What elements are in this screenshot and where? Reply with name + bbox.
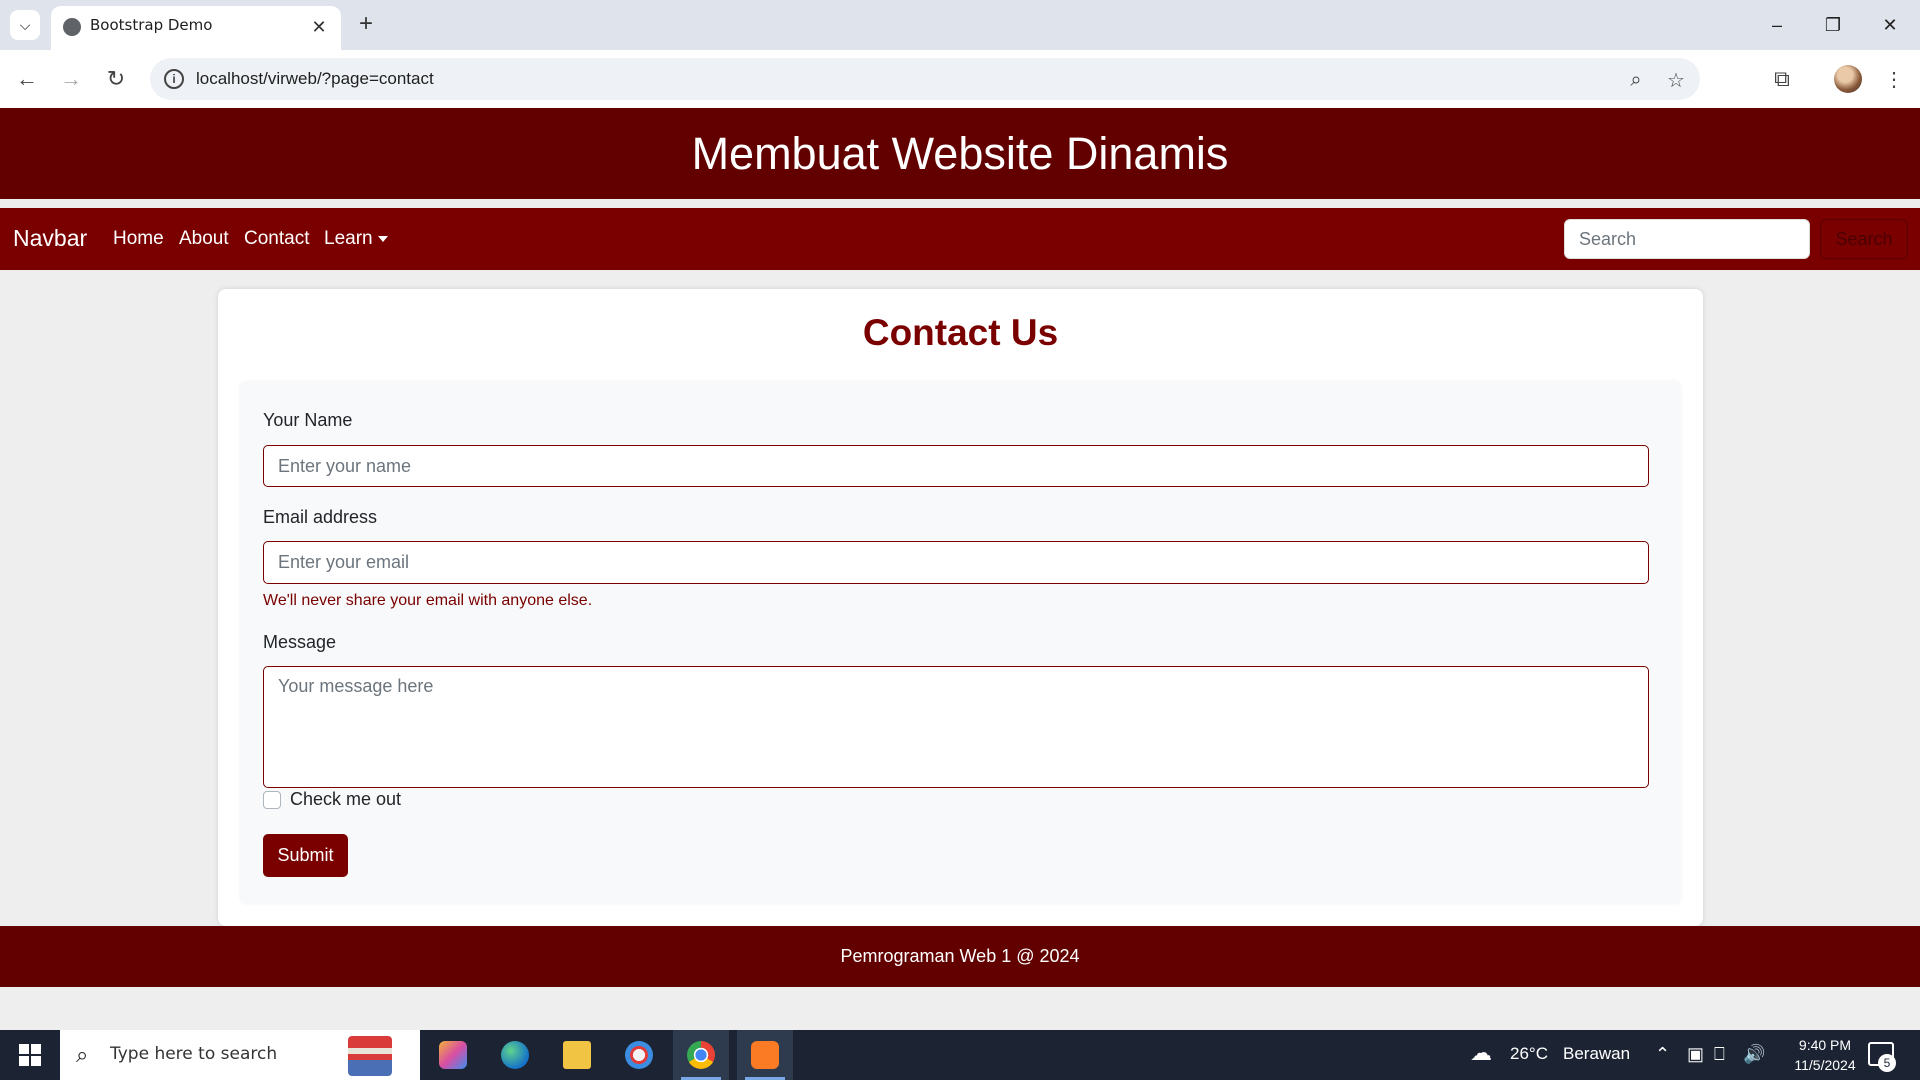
windows-logo-icon [19, 1044, 41, 1066]
email-help-text: We'll never share your email with anyone… [263, 592, 593, 609]
back-icon[interactable]: ← [12, 64, 42, 94]
name-input[interactable] [263, 445, 1649, 487]
url-text[interactable]: localhost/virweb/?page=contact [196, 69, 434, 89]
site-title: Membuat Website Dinamis [691, 127, 1229, 179]
page-title: Contact Us [862, 312, 1059, 353]
weather-temperature[interactable]: 26°C [1510, 1044, 1548, 1064]
browser-tab-bar: ⌵ Bootstrap Demo ✕ + – ❐ ✕ [0, 0, 1920, 50]
chevron-up-icon[interactable]: ⌃ [1655, 1044, 1670, 1065]
submit-button[interactable]: Submit [263, 834, 348, 877]
clock-date: 11/5/2024 [1794, 1057, 1856, 1073]
search-highlight-image [348, 1036, 392, 1076]
folder-icon [563, 1041, 591, 1069]
xampp-icon [751, 1041, 779, 1069]
contact-card: Contact Us Your Name Email address We'll… [218, 289, 1703, 926]
copilot-icon [439, 1041, 467, 1069]
star-icon[interactable]: ☆ [1664, 68, 1688, 92]
new-tab-button[interactable]: + [352, 10, 380, 38]
message-label: Message [263, 632, 337, 652]
clock-time: 9:40 PM [1798, 1037, 1852, 1053]
footer-text: Pemrograman Web 1 @ 2024 [840, 946, 1080, 966]
volume-icon[interactable]: 🔊 [1743, 1044, 1765, 1065]
restore-button[interactable]: ❐ [1813, 8, 1853, 42]
extensions-icon[interactable]: ⧉ [1767, 64, 1797, 94]
check-me-out-checkbox[interactable] [263, 791, 281, 809]
navbar: Navbar Home About Contact Learn Search [0, 208, 1920, 270]
message-textarea[interactable] [263, 666, 1649, 788]
close-icon[interactable]: ✕ [307, 15, 331, 39]
chevron-down-icon: ⌵ [19, 16, 31, 33]
taskbar-search-box[interactable]: ⌕ Type here to search [60, 1030, 420, 1080]
taskbar-edge[interactable] [487, 1030, 543, 1080]
browser-toolbar: ← → ↻ i localhost/virweb/?page=contact ☆… [0, 50, 1920, 108]
nav-link-learn: Learn [324, 228, 373, 249]
site-info-icon[interactable]: i [164, 69, 184, 89]
nav-link-home[interactable]: Home [113, 228, 164, 250]
email-input[interactable] [263, 541, 1649, 584]
chrome-icon [687, 1041, 715, 1069]
header-divider [0, 199, 1920, 208]
taskbar-clock[interactable]: 9:40 PM 11/5/2024 [1770, 1035, 1880, 1075]
site-header: Membuat Website Dinamis [0, 108, 1920, 199]
navbar-search-input[interactable] [1564, 219, 1810, 259]
taskbar-search-placeholder: Type here to search [110, 1044, 278, 1064]
zoom-icon[interactable]: ⌕ [1624, 68, 1648, 92]
reload-icon[interactable]: ↻ [101, 64, 131, 94]
taskbar-xampp[interactable] [737, 1030, 793, 1080]
checkbox-label[interactable]: Check me out [290, 789, 401, 810]
nav-dropdown-learn[interactable]: Learn [324, 228, 388, 250]
nav-link-about[interactable]: About [179, 228, 229, 250]
minimize-button[interactable]: – [1757, 8, 1797, 42]
tab-search-button[interactable]: ⌵ [10, 10, 40, 40]
address-bar[interactable]: i localhost/virweb/?page=contact ☆ ⌕ [150, 58, 1700, 100]
browser-tab[interactable]: Bootstrap Demo ✕ [51, 6, 341, 50]
navbar-search-button[interactable]: Search [1820, 219, 1908, 259]
taskbar-chrome[interactable] [673, 1030, 729, 1080]
tab-title: Bootstrap Demo [90, 16, 213, 34]
taskbar-paint[interactable] [611, 1030, 667, 1080]
meet-now-icon[interactable]: ▣ [1687, 1044, 1704, 1065]
weather-icon[interactable]: ☁ [1470, 1040, 1492, 1066]
name-label: Your Name [263, 410, 353, 430]
notification-count: 5 [1878, 1054, 1896, 1072]
site-footer: Pemrograman Web 1 @ 2024 [0, 926, 1920, 987]
weather-description[interactable]: Berawan [1563, 1044, 1630, 1064]
edge-icon [501, 1041, 529, 1069]
taskbar: ⌕ Type here to search ☁ 26°C Berawan ⌃ ▣… [0, 1030, 1920, 1080]
email-label: Email address [263, 507, 378, 527]
navbar-brand[interactable]: Navbar [13, 225, 87, 252]
more-menu-icon[interactable]: ⋮ [1879, 64, 1909, 94]
forward-icon[interactable]: → [56, 64, 86, 94]
start-button[interactable] [0, 1030, 60, 1080]
globe-icon [63, 18, 81, 36]
caret-down-icon [377, 235, 388, 242]
taskbar-file-explorer[interactable] [549, 1030, 605, 1080]
window-close-button[interactable]: ✕ [1870, 8, 1910, 42]
paint-icon [625, 1041, 653, 1069]
nav-link-contact[interactable]: Contact [244, 228, 309, 250]
network-icon[interactable]: ⎕ [1714, 1044, 1725, 1065]
profile-avatar[interactable] [1834, 65, 1862, 93]
taskbar-copilot[interactable] [425, 1030, 481, 1080]
search-icon: ⌕ [76, 1042, 89, 1067]
